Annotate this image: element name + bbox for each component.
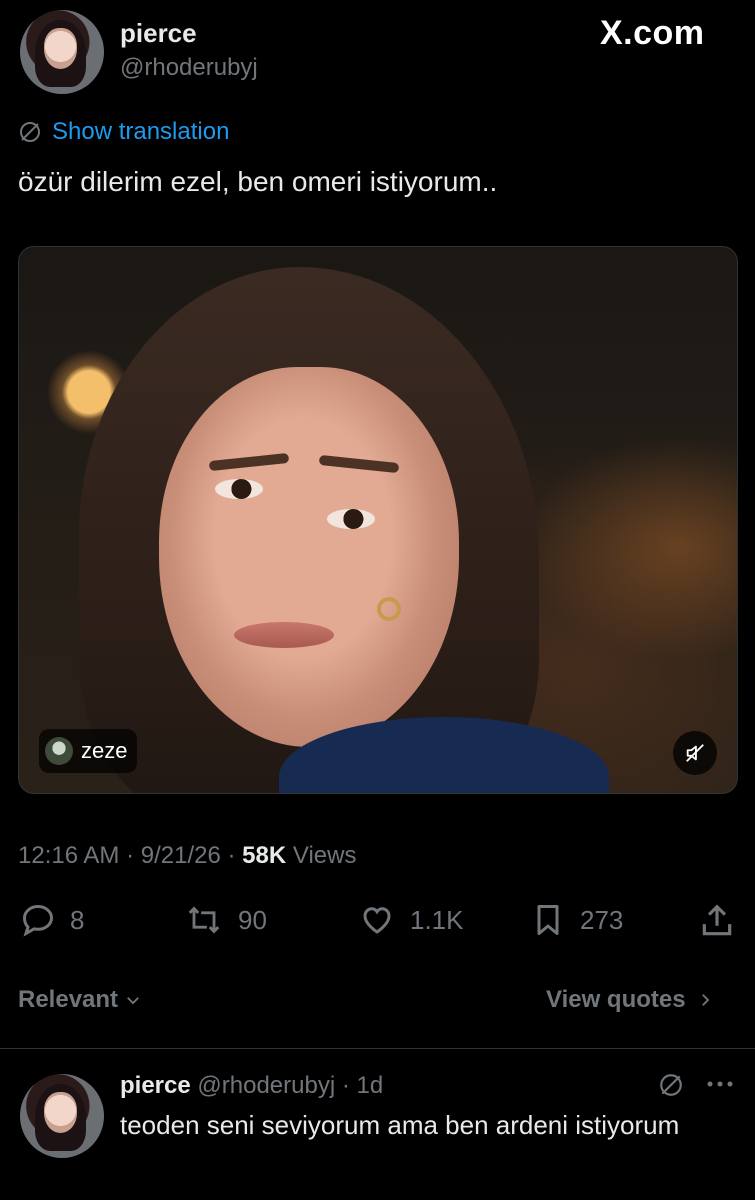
author-display-name[interactable]: pierce <box>120 18 197 49</box>
reply-translate-button[interactable] <box>658 1072 684 1103</box>
views-count: 58K <box>242 842 287 869</box>
tweet-video[interactable]: zeze <box>18 246 738 794</box>
reply-header: pierce @rhoderubyj · 1d <box>120 1072 383 1100</box>
mute-button[interactable] <box>673 731 717 775</box>
chevron-right-icon <box>701 994 709 1006</box>
translate-icon <box>20 122 40 142</box>
reply-separator: · <box>341 1072 350 1099</box>
reply-count: 8 <box>70 904 85 935</box>
bookmark-count: 273 <box>580 904 624 935</box>
translation-label: Show translation <box>52 118 230 145</box>
author-handle[interactable]: @rhoderubyj <box>120 54 258 82</box>
tweet-text: özür dilerim ezel, ben omeri istiyorum.. <box>18 166 498 197</box>
share-icon <box>702 904 732 936</box>
more-icon <box>707 1081 733 1087</box>
like-action[interactable]: 1.1K <box>358 902 464 938</box>
reply-icon <box>22 904 54 937</box>
sort-label: Relevant <box>18 986 119 1013</box>
reply-author-avatar[interactable] <box>20 1074 104 1158</box>
reply-display-name[interactable]: pierce <box>120 1072 191 1099</box>
reply-action[interactable]: 8 <box>20 902 84 938</box>
reply-time[interactable]: 1d <box>357 1072 384 1099</box>
repost-action[interactable]: 90 <box>184 902 267 938</box>
video-source-chip[interactable]: zeze <box>39 729 138 773</box>
translate-icon <box>660 1074 682 1096</box>
view-quotes-link[interactable]: View quotes <box>546 986 714 1014</box>
author-avatar[interactable] <box>20 10 104 94</box>
view-quotes-label: View quotes <box>546 986 686 1013</box>
source-avatar <box>45 737 73 765</box>
views-label: Views <box>292 842 357 869</box>
section-divider <box>0 1048 755 1049</box>
bookmark-icon <box>537 905 559 935</box>
repost-count: 90 <box>238 904 267 935</box>
share-button[interactable] <box>698 902 736 945</box>
sort-dropdown[interactable]: Relevant <box>18 986 142 1014</box>
heart-icon <box>363 907 391 934</box>
x-logo: X.com <box>600 14 705 52</box>
bookmark-action[interactable]: 273 <box>530 902 623 938</box>
repost-icon <box>188 906 220 934</box>
meta-separator: · <box>126 842 135 869</box>
meta-separator: · <box>227 842 236 869</box>
like-count: 1.1K <box>410 904 464 935</box>
tweet-date[interactable]: 9/21/26 <box>141 842 221 869</box>
tweet-meta: 12:16 AM · 9/21/26 · 58K Views <box>18 842 356 870</box>
reply-text: teoden seni seviyorum ama ben ardeni ist… <box>120 1110 680 1140</box>
source-label: zeze <box>81 738 128 763</box>
tweet-time[interactable]: 12:16 AM <box>18 842 119 869</box>
speaker-muted-icon <box>686 744 704 762</box>
more-options-button[interactable] <box>706 1076 734 1097</box>
reply-handle[interactable]: @rhoderubyj <box>197 1072 335 1099</box>
show-translation-link[interactable]: Show translation <box>18 118 229 146</box>
chevron-down-icon <box>127 997 139 1005</box>
